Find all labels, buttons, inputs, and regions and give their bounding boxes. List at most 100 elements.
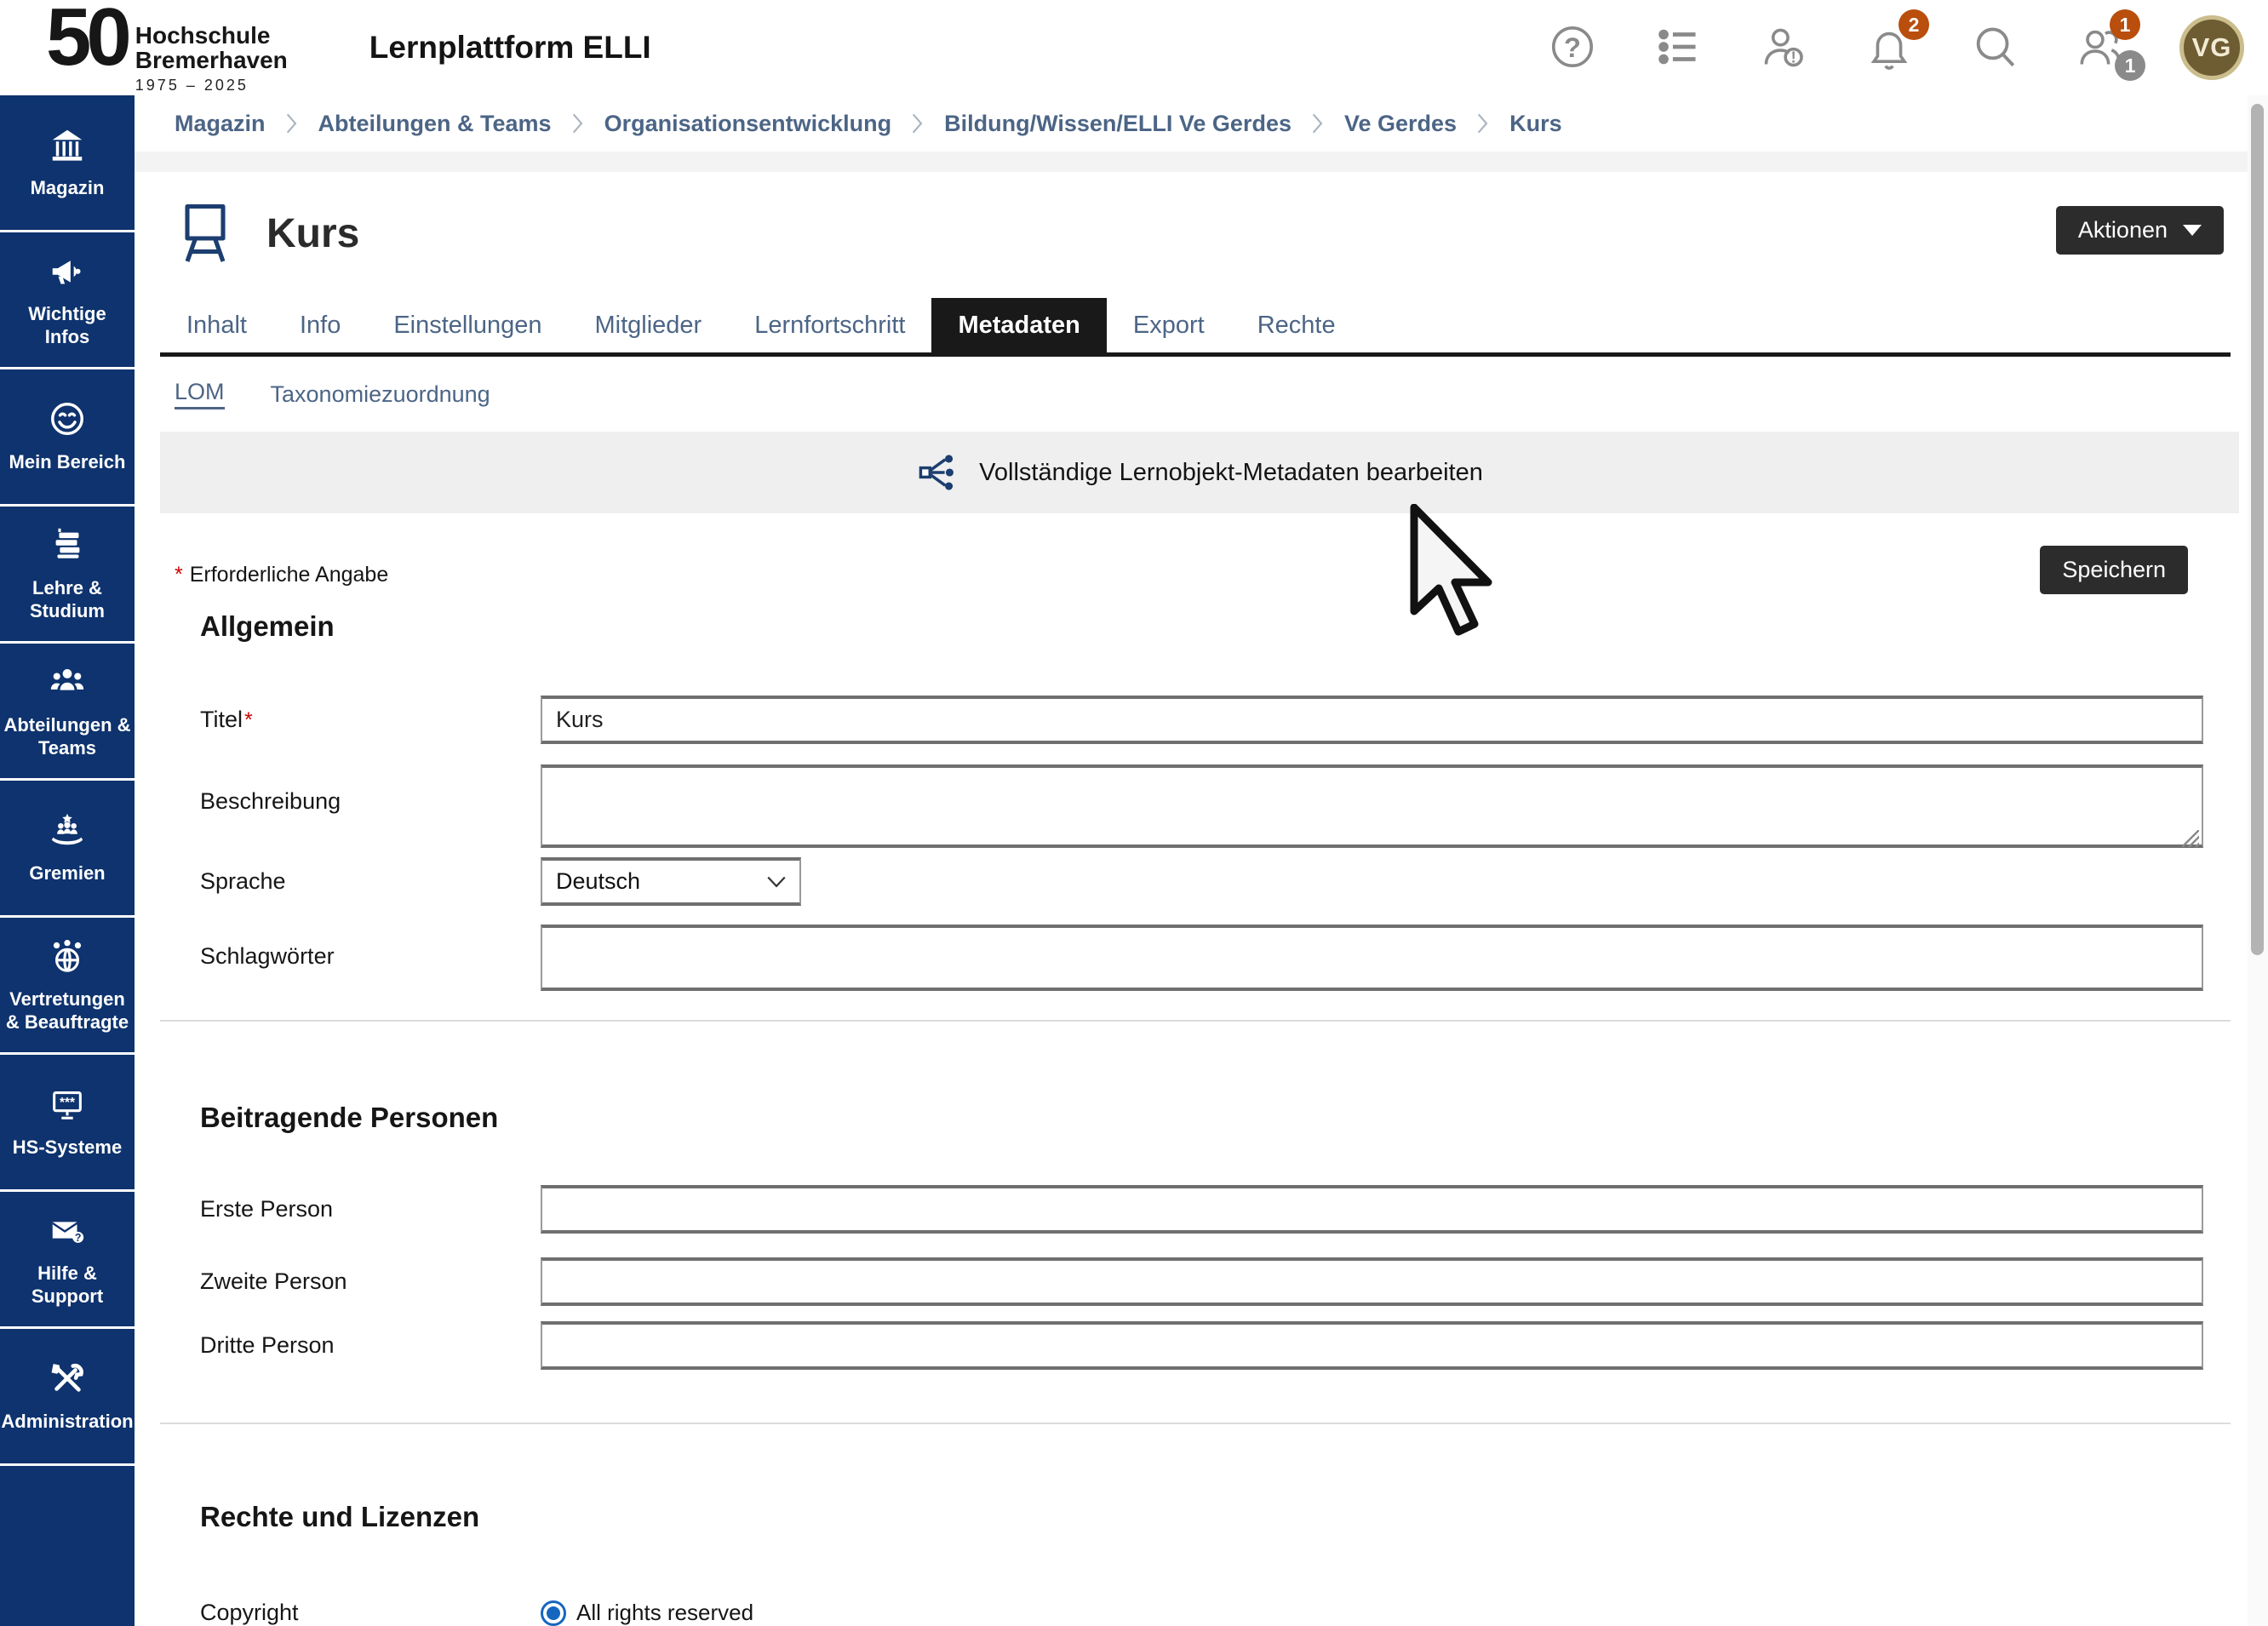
zweite-person-input[interactable] <box>541 1257 2203 1306</box>
tab-info[interactable]: Info <box>273 298 367 352</box>
titel-label-text: Titel <box>200 707 243 732</box>
form-row-beschreibung: Beschreibung <box>200 764 2248 852</box>
sidebar-item-hs-systeme[interactable]: *** HS-Systeme <box>0 1055 135 1189</box>
caret-down-icon <box>2183 225 2202 236</box>
logo-name-line1: Hochschule <box>135 23 288 48</box>
breadcrumb-item[interactable]: Ve Gerdes <box>1344 111 1457 137</box>
titel-input[interactable] <box>541 696 2203 744</box>
section-heading-rechte: Rechte und Lizenzen <box>200 1501 2248 1533</box>
bank-icon <box>48 125 87 177</box>
actions-button[interactable]: Aktionen <box>2056 206 2224 255</box>
notifications-button[interactable]: 2 <box>1863 21 1916 74</box>
sprache-select[interactable]: Deutsch <box>541 857 801 906</box>
chevron-right-icon <box>912 113 924 134</box>
sprache-label: Sprache <box>200 857 541 895</box>
sidebar-item-hilfe-support[interactable]: ? Hilfe & Support <box>0 1192 135 1326</box>
notifications-badge: 2 <box>1899 9 1929 40</box>
form-row-schlagwoerter: Schlagwörter <box>200 925 2248 991</box>
page-title: Kurs <box>266 210 359 257</box>
page-title-row: Kurs Aktionen <box>175 194 2224 272</box>
logo-50-number: 50 <box>46 1 127 74</box>
dritte-person-label: Dritte Person <box>200 1321 541 1359</box>
form-row-sprache: Sprache Deutsch <box>200 857 2248 906</box>
breadcrumb-item[interactable]: Bildung/Wissen/ELLI Ve Gerdes <box>944 111 1292 137</box>
scrollbar-thumb[interactable] <box>2251 104 2264 955</box>
main-content: Magazin Abteilungen & Teams Organisation… <box>135 95 2248 1626</box>
sidebar-item-gremien[interactable]: Gremien <box>0 781 135 915</box>
form-row-erste-person: Erste Person <box>200 1185 2248 1234</box>
header-divider-band <box>135 152 2248 172</box>
course-icon <box>175 199 236 267</box>
topbar-icon-group: ? ! <box>1546 15 2244 80</box>
zweite-person-label: Zweite Person <box>200 1257 541 1295</box>
breadcrumb-item[interactable]: Abteilungen & Teams <box>318 111 552 137</box>
search-button[interactable] <box>1968 21 2021 74</box>
all-rights-reserved-radio[interactable] <box>541 1600 566 1626</box>
sprache-selected-value: Deutsch <box>556 868 640 895</box>
sidebar-item-magazin[interactable]: Magazin <box>0 95 135 230</box>
user-avatar[interactable]: VG <box>2179 15 2244 80</box>
all-rights-reserved-label: All rights reserved <box>576 1600 753 1626</box>
form-row-dritte-person: Dritte Person <box>200 1321 2248 1370</box>
required-note-text: Erforderliche Angabe <box>190 563 388 587</box>
dritte-person-input[interactable] <box>541 1321 2203 1370</box>
sidebar-item-label: Mein Bereich <box>6 451 129 473</box>
search-icon <box>1970 22 2019 74</box>
section-divider <box>160 1423 2231 1424</box>
svg-text:?: ? <box>1564 31 1581 63</box>
help-button[interactable]: ? <box>1546 21 1599 74</box>
sidebar-item-vertretungen[interactable]: Vertretungen & Beauftragte <box>0 918 135 1052</box>
megaphone-icon <box>48 251 87 303</box>
metadata-branch-icon <box>916 450 960 495</box>
beschreibung-textarea[interactable] <box>541 764 2203 848</box>
tab-mitglieder[interactable]: Mitglieder <box>568 298 728 352</box>
save-button[interactable]: Speichern <box>2040 546 2188 594</box>
tab-metadaten[interactable]: Metadaten <box>931 298 1106 352</box>
tab-export[interactable]: Export <box>1107 298 1231 352</box>
sidebar-item-label: Hilfe & Support <box>0 1262 135 1308</box>
breadcrumb-item[interactable]: Magazin <box>175 111 266 137</box>
todo-list-button[interactable] <box>1652 21 1704 74</box>
sidebar-item-mein-bereich[interactable]: Mein Bereich <box>0 369 135 504</box>
sidebar-item-label: Administration <box>0 1411 137 1433</box>
svg-text:?: ? <box>75 1232 82 1244</box>
form-row-titel: Titel* <box>200 696 2248 744</box>
edit-full-metadata-banner[interactable]: Vollständige Lernobjekt-Metadaten bearbe… <box>160 432 2239 513</box>
hochschule-bremerhaven-logo[interactable]: 50 Hochschule Bremerhaven 1975 – 2025 <box>46 1 288 94</box>
required-note: * Erforderliche Angabe <box>175 563 388 587</box>
sidebar-item-administration[interactable]: Administration <box>0 1329 135 1463</box>
tab-bar: Inhalt Info Einstellungen Mitglieder Ler… <box>160 298 2231 357</box>
sidebar-item-wichtige-infos[interactable]: Wichtige Infos <box>0 232 135 367</box>
subtab-taxonomiezuordnung[interactable]: Taxonomiezuordnung <box>271 381 490 408</box>
section-heading-allgemein: Allgemein <box>200 610 2248 643</box>
schlagwoerter-label: Schlagwörter <box>200 925 541 970</box>
tab-einstellungen[interactable]: Einstellungen <box>367 298 568 352</box>
logo-years: 1975 – 2025 <box>135 77 288 94</box>
top-header: 50 Hochschule Bremerhaven 1975 – 2025 Le… <box>0 0 2268 96</box>
tab-inhalt[interactable]: Inhalt <box>160 298 273 352</box>
tab-lernfortschritt[interactable]: Lernfortschritt <box>728 298 931 352</box>
erste-person-input[interactable] <box>541 1185 2203 1234</box>
vertical-scrollbar[interactable] <box>2247 95 2268 1626</box>
actions-button-label: Aktionen <box>2078 217 2168 243</box>
schlagwoerter-input[interactable] <box>541 925 2203 991</box>
people-group-icon <box>48 662 87 714</box>
breadcrumb-item[interactable]: Kurs <box>1509 111 1562 137</box>
sidebar-item-label: Gremien <box>26 862 108 885</box>
copyright-option-row: All rights reserved <box>541 1600 2203 1626</box>
sidebar-item-abteilungen-teams[interactable]: Abteilungen & Teams <box>0 644 135 778</box>
main-sidebar: Magazin Wichtige Infos Mein Bereich <box>0 95 135 1626</box>
books-icon <box>48 525 87 577</box>
contacts-button[interactable]: 1 1 <box>2074 21 2127 74</box>
erste-person-label: Erste Person <box>200 1185 541 1222</box>
tab-rechte[interactable]: Rechte <box>1231 298 1362 352</box>
breadcrumb: Magazin Abteilungen & Teams Organisation… <box>135 95 2248 152</box>
required-asterisk: * <box>175 563 183 587</box>
help-icon: ? <box>1548 22 1597 74</box>
user-status-button[interactable]: ! <box>1757 21 1810 74</box>
breadcrumb-item[interactable]: Organisationsentwicklung <box>604 111 892 137</box>
form-header: *Erforderliche Angabe Speichern <box>175 551 2188 598</box>
sidebar-item-lehre-studium[interactable]: Lehre & Studium <box>0 507 135 641</box>
committee-icon <box>48 810 87 862</box>
subtab-lom[interactable]: LOM <box>175 379 225 409</box>
